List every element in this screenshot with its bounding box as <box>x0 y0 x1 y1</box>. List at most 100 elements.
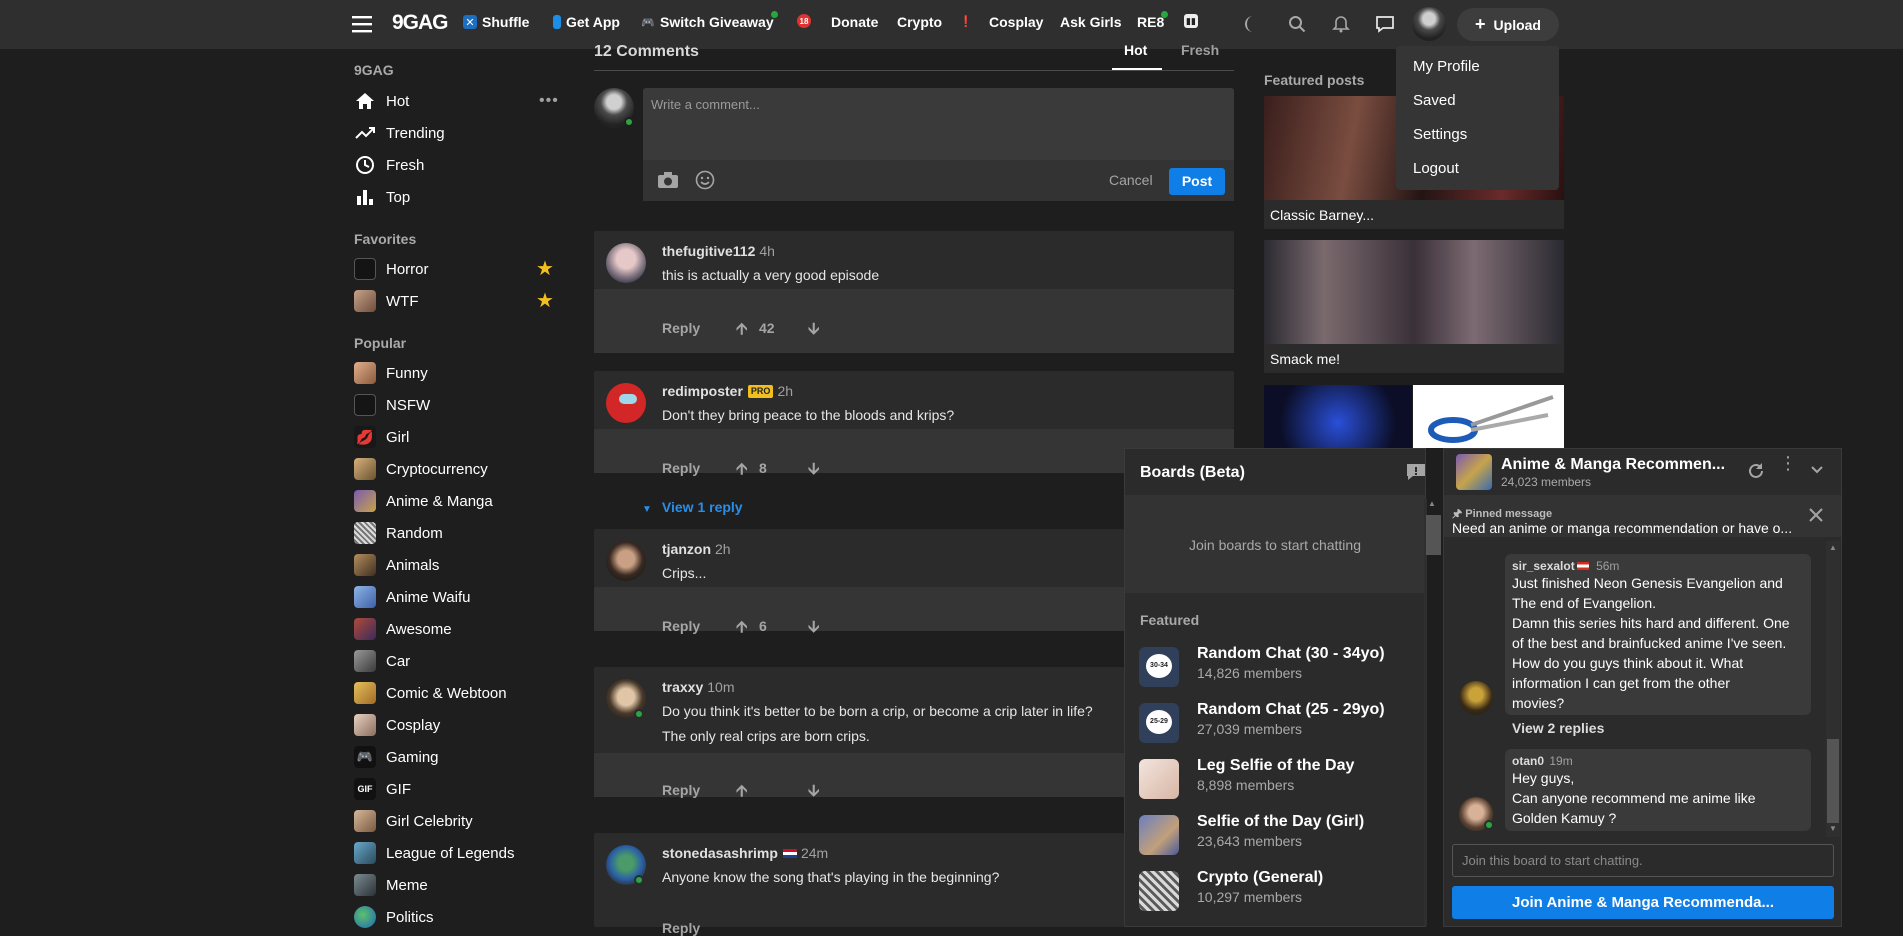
sidebar-item-random[interactable]: Random <box>354 519 564 547</box>
comment-username[interactable]: traxxy 10m <box>662 679 735 695</box>
favorite-star-icon[interactable]: ★ <box>536 288 554 313</box>
upload-button[interactable]: + Upload <box>1457 8 1559 41</box>
dark-mode-icon[interactable] <box>1241 12 1265 36</box>
sidebar-item-anime-waifu[interactable]: Anime Waifu <box>354 583 564 611</box>
sidebar-item-fresh[interactable]: Fresh <box>354 151 564 179</box>
reply-button[interactable]: Reply <box>662 920 700 936</box>
reply-button[interactable]: Reply <box>662 320 700 336</box>
sidebar-item-gaming[interactable]: 🎮 Gaming <box>354 743 564 771</box>
comment-username[interactable]: thefugitive112 4h <box>662 243 775 259</box>
sidebar-item-wtf[interactable]: WTF <box>354 287 564 315</box>
collapse-chevron-icon[interactable] <box>1809 462 1825 483</box>
nav-get-app[interactable]: Get App <box>553 14 620 30</box>
chat-username[interactable]: sir_sexalot 56m <box>1512 559 1619 573</box>
sidebar-item-horror[interactable]: Horror <box>354 255 564 283</box>
sidebar-item-girl[interactable]: 💋 Girl <box>354 423 564 451</box>
sidebar-item-gif[interactable]: GIF GIF <box>354 775 564 803</box>
sidebar-item-cosplay[interactable]: Cosplay <box>354 711 564 739</box>
nav-shuffle[interactable]: ✕ Shuffle <box>463 14 529 30</box>
comment-username[interactable]: tjanzon 2h <box>662 541 731 557</box>
more-options-icon[interactable]: ••• <box>539 92 559 110</box>
sidebar-item-cryptocurrency[interactable]: Cryptocurrency <box>354 455 564 483</box>
nav-cosplay[interactable]: Cosplay <box>989 14 1043 30</box>
upvote-icon[interactable]: 🡩 <box>736 318 748 345</box>
boards-scrollbar[interactable] <box>1424 499 1427 926</box>
sidebar-item-anime-manga[interactable]: Anime & Manga <box>354 487 564 515</box>
downvote-icon[interactable]: 🡫 <box>808 780 820 807</box>
post-button[interactable]: Post <box>1169 168 1225 195</box>
nav-donate[interactable]: Donate <box>831 14 878 30</box>
featured-post-image[interactable] <box>1264 385 1412 448</box>
chat-scroll-up-icon[interactable]: ▲ <box>1829 543 1837 552</box>
board-item[interactable]: 30-34 Random Chat (30 - 34yo) 14,826 mem… <box>1139 643 1409 689</box>
nav-piano[interactable]: ▮▮ <box>1184 14 1198 28</box>
view-replies-link[interactable]: View 2 replies <box>1512 720 1604 736</box>
board-item[interactable]: 25-29 Random Chat (25 - 29yo) 27,039 mem… <box>1139 699 1409 745</box>
sidebar-item-car[interactable]: Car <box>354 647 564 675</box>
featured-post-image[interactable] <box>1264 240 1564 344</box>
emoji-icon[interactable] <box>695 170 715 195</box>
featured-post-caption[interactable]: Smack me! <box>1264 344 1564 373</box>
upvote-icon[interactable]: 🡩 <box>736 780 748 807</box>
reply-button[interactable]: Reply <box>662 460 700 476</box>
chat-input[interactable]: Join this board to start chatting. <box>1452 844 1834 877</box>
close-pinned-icon[interactable] <box>1809 508 1823 527</box>
sidebar-item-nsfw[interactable]: NSFW <box>354 391 564 419</box>
comment-username[interactable]: redimposter PRO 2h <box>662 383 793 399</box>
comment-username[interactable]: stonedasashrimp 24m <box>662 845 828 861</box>
sidebar-item-animals[interactable]: Animals <box>354 551 564 579</box>
featured-post-caption[interactable]: Classic Barney... <box>1264 200 1564 229</box>
featured-post-image[interactable] <box>1413 385 1564 448</box>
commenter-avatar[interactable] <box>606 541 646 581</box>
cancel-button[interactable]: Cancel <box>1109 172 1153 188</box>
comment-input-box[interactable]: Write a comment... Cancel Post <box>643 88 1234 201</box>
tab-hot[interactable]: Hot <box>1124 42 1147 58</box>
commenter-avatar[interactable] <box>606 243 646 283</box>
upvote-icon[interactable]: 🡩 <box>736 616 748 643</box>
board-item[interactable]: Crypto (General) 10,297 members <box>1139 867 1409 913</box>
tab-fresh[interactable]: Fresh <box>1181 42 1219 58</box>
chat-scroll-down-icon[interactable]: ▼ <box>1829 824 1837 833</box>
comment-input[interactable]: Write a comment... <box>651 97 760 112</box>
sidebar-item-comic-webtoon[interactable]: Comic & Webtoon <box>354 679 564 707</box>
menu-item-settings[interactable]: Settings <box>1413 126 1467 143</box>
nav-re8[interactable]: RE8 <box>1137 11 1168 30</box>
menu-item-my-profile[interactable]: My Profile <box>1413 58 1480 75</box>
downvote-icon[interactable]: 🡫 <box>808 458 820 485</box>
notification-bell-icon[interactable] <box>1329 12 1353 36</box>
favorite-star-icon[interactable]: ★ <box>536 256 554 281</box>
sidebar-item-girl-celebrity[interactable]: Girl Celebrity <box>354 807 564 835</box>
reply-button[interactable]: Reply <box>662 782 700 798</box>
nav-no-sign[interactable]: 18 <box>797 14 811 28</box>
boards-scroll-up-icon[interactable]: ▲ <box>1428 499 1436 508</box>
chat-username[interactable]: otan0 19m <box>1512 754 1573 768</box>
feedback-icon[interactable] <box>1406 463 1426 486</box>
sidebar-item-awesome[interactable]: Awesome <box>354 615 564 643</box>
boards-scroll-thumb[interactable] <box>1426 515 1441 555</box>
search-icon[interactable] <box>1285 12 1309 36</box>
board-item[interactable]: Selfie of the Day (Girl) 23,643 members <box>1139 811 1409 857</box>
sidebar-item-funny[interactable]: Funny <box>354 359 564 387</box>
sidebar-item-hot[interactable]: Hot <box>354 87 564 115</box>
chat-avatar[interactable] <box>1459 681 1493 715</box>
join-board-button[interactable]: Join Anime & Manga Recommenda... <box>1452 886 1834 919</box>
board-item[interactable]: Leg Selfie of the Day 8,898 members <box>1139 755 1409 801</box>
downvote-icon[interactable]: 🡫 <box>808 318 820 345</box>
menu-item-logout[interactable]: Logout <box>1413 160 1459 177</box>
downvote-icon[interactable]: 🡫 <box>808 616 820 643</box>
sidebar-item-league-of-legends[interactable]: League of Legends <box>354 839 564 867</box>
upvote-icon[interactable]: 🡩 <box>736 458 748 485</box>
hamburger-menu-icon[interactable] <box>352 15 372 33</box>
nav-ask-girls[interactable]: Ask Girls <box>1060 14 1121 30</box>
chat-scroll-thumb[interactable] <box>1827 739 1839 823</box>
chat-icon[interactable] <box>1373 12 1397 36</box>
nav-crypto[interactable]: Crypto <box>897 14 942 30</box>
menu-item-saved[interactable]: Saved <box>1413 92 1456 109</box>
sidebar-item-meme[interactable]: Meme <box>354 871 564 899</box>
more-vertical-icon[interactable]: ⋮ <box>1779 454 1797 472</box>
nav-pin[interactable]: ❗ <box>959 14 973 28</box>
sidebar-item-top[interactable]: Top <box>354 183 564 211</box>
camera-icon[interactable] <box>657 171 679 194</box>
user-avatar[interactable] <box>1412 7 1446 41</box>
refresh-icon[interactable] <box>1747 462 1765 485</box>
